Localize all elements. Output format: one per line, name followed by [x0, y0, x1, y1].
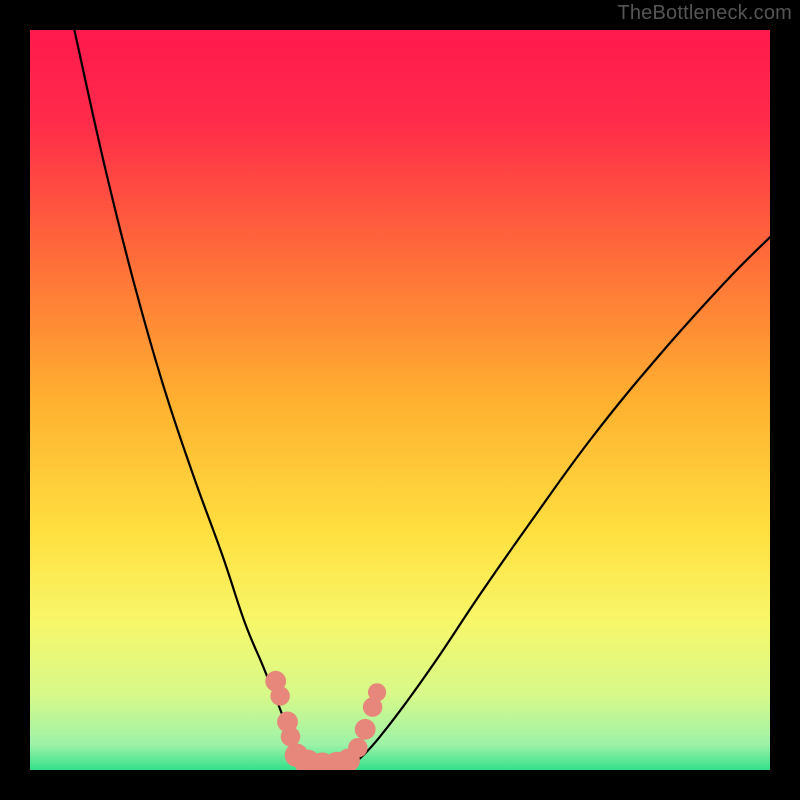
- marker-dot: [281, 727, 301, 747]
- marker-dot: [348, 738, 368, 758]
- bottleneck-chart: [0, 0, 800, 800]
- chart-frame: TheBottleneck.com: [0, 0, 800, 800]
- watermark-text: TheBottleneck.com: [617, 2, 792, 25]
- plot-background: [30, 30, 770, 770]
- marker-dot: [355, 719, 376, 740]
- marker-dot: [368, 683, 386, 701]
- marker-dot: [270, 686, 290, 706]
